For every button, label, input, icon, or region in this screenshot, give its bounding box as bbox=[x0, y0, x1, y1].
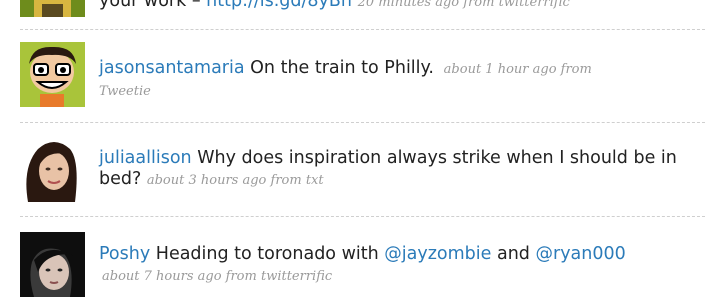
tweet-text: On the train to Philly. bbox=[250, 58, 434, 78]
tweet-content: juliaallison Why does inspiration always… bbox=[99, 148, 699, 191]
tweet-text: Heading to toronado with bbox=[155, 244, 379, 264]
avatar-cartoon-face-icon bbox=[20, 42, 85, 107]
avatar-partial-green-icon bbox=[20, 0, 85, 17]
tweet-text: your work – bbox=[99, 0, 201, 11]
username-link[interactable]: juliaallison bbox=[99, 148, 192, 168]
tweet-content: your work – http://is.gd/8yBn 20 minutes… bbox=[99, 0, 699, 13]
tweet-meta: about 3 hours ago from txt bbox=[146, 173, 324, 188]
tweet-content: Poshy Heading to toronado with @jayzombi… bbox=[99, 244, 699, 287]
username-link[interactable]: jasonsantamaria bbox=[99, 58, 245, 78]
tweet-item: juliaallison Why does inspiration always… bbox=[0, 123, 721, 216]
user-avatar[interactable] bbox=[20, 137, 85, 202]
tweet-content: jasonsantamaria On the train to Philly. … bbox=[99, 58, 699, 102]
user-avatar[interactable] bbox=[20, 0, 85, 17]
avatar-dark-hair-photo-icon bbox=[20, 232, 85, 297]
mention-link[interactable]: @ryan000 bbox=[536, 244, 626, 264]
tweet-link[interactable]: http://is.gd/8yBn bbox=[206, 0, 352, 11]
username-link[interactable]: Poshy bbox=[99, 244, 150, 264]
user-avatar[interactable] bbox=[20, 232, 85, 297]
tweet-item: jasonsantamaria On the train to Philly. … bbox=[0, 30, 721, 122]
tweet-meta: 20 minutes ago from twitterrific bbox=[357, 0, 570, 10]
mention-link[interactable]: @jayzombie bbox=[384, 244, 491, 264]
tweet-item: your work – http://is.gd/8yBn 20 minutes… bbox=[0, 0, 721, 30]
avatar-woman-photo-icon bbox=[20, 137, 85, 202]
tweet-text: and bbox=[496, 244, 530, 264]
user-avatar[interactable] bbox=[20, 42, 85, 107]
tweet-item: Poshy Heading to toronado with @jayzombi… bbox=[0, 217, 721, 303]
tweet-timeline: your work – http://is.gd/8yBn 20 minutes… bbox=[0, 0, 721, 303]
tweet-meta: about 7 hours ago from twitterrific bbox=[102, 269, 333, 284]
